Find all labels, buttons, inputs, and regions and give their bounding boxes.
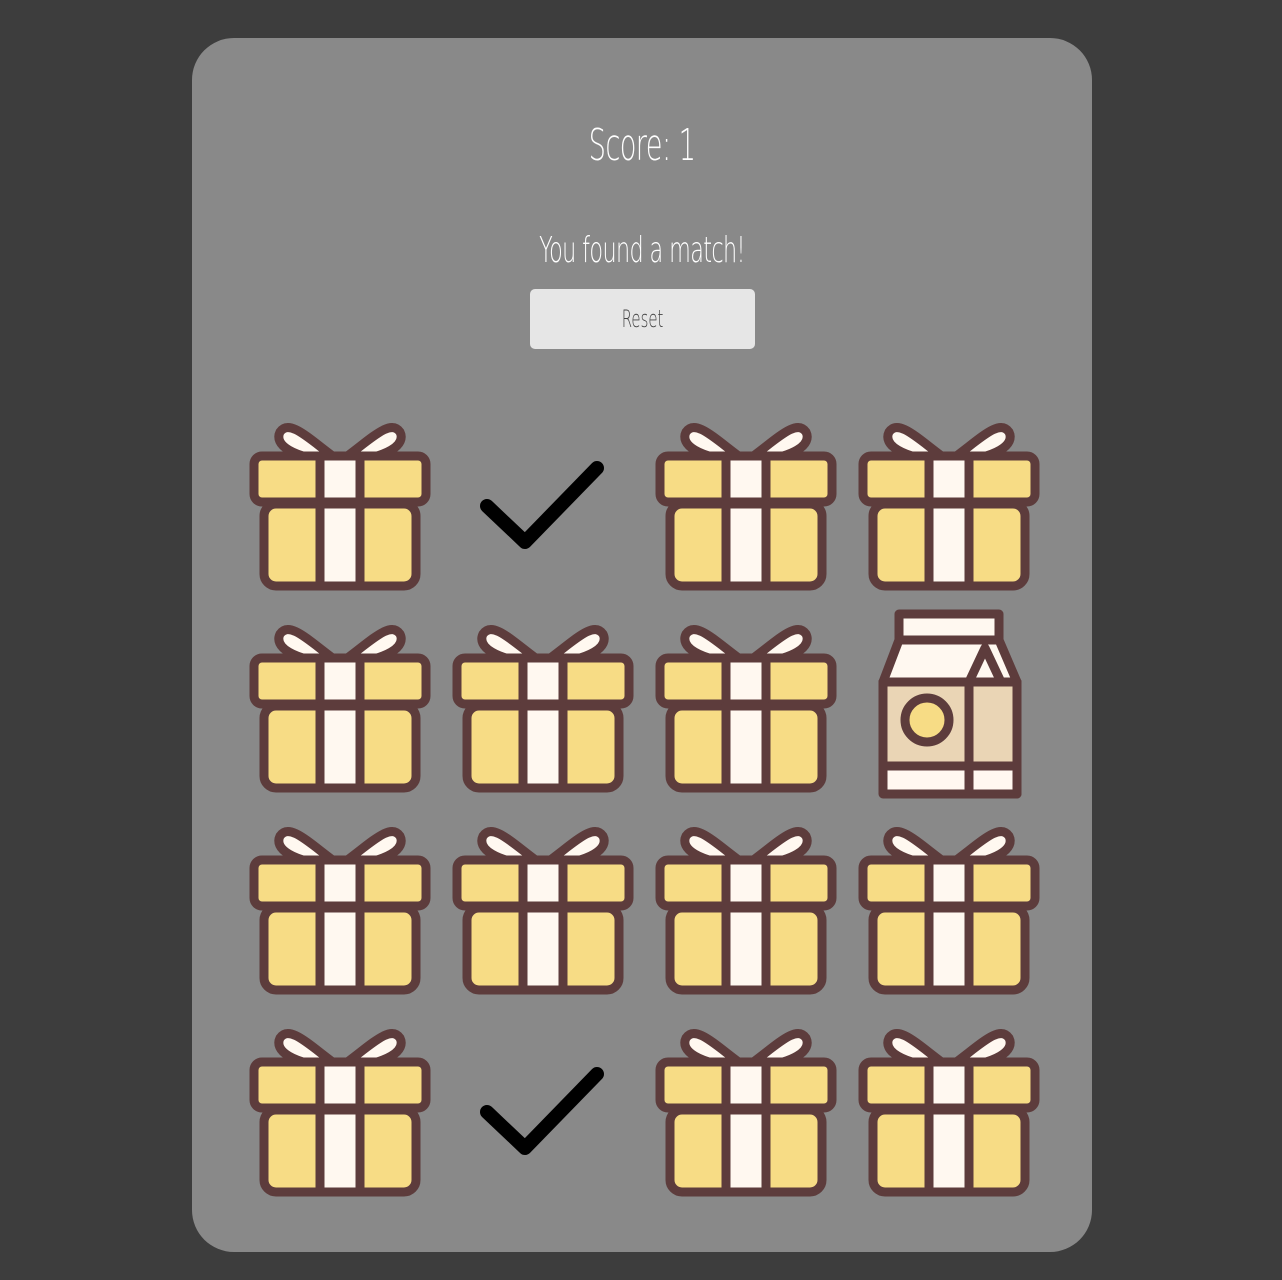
card-hidden[interactable] [249, 410, 431, 600]
card-hidden[interactable] [858, 1016, 1040, 1206]
game-panel: Score: 1 You found a match! Reset [192, 38, 1092, 1252]
card-revealed [859, 609, 1039, 802]
gift-icon [655, 1029, 837, 1197]
gift-icon [452, 827, 634, 995]
card-hidden[interactable] [452, 612, 634, 802]
gift-icon [858, 423, 1040, 591]
card-hidden[interactable] [858, 814, 1040, 1004]
gift-icon [858, 1029, 1040, 1197]
check-icon [480, 1067, 604, 1155]
check-mark [480, 461, 604, 549]
card-hidden[interactable] [452, 814, 634, 1004]
check-icon [480, 461, 604, 549]
card-grid [192, 38, 1092, 1252]
card-hidden[interactable] [655, 1016, 837, 1206]
gift-icon [655, 625, 837, 793]
gift-icon [249, 423, 431, 591]
card-hidden[interactable] [655, 410, 837, 600]
gift-icon [249, 827, 431, 995]
gift-icon [249, 1029, 431, 1197]
card-matched [453, 410, 633, 600]
gift-icon [655, 423, 837, 591]
card-hidden[interactable] [655, 612, 837, 802]
card-hidden[interactable] [249, 814, 431, 1004]
gift-icon [452, 625, 634, 793]
card-hidden[interactable] [858, 410, 1040, 600]
card-hidden[interactable] [655, 814, 837, 1004]
card-matched [453, 1016, 633, 1206]
gift-icon [655, 827, 837, 995]
gift-icon [249, 625, 431, 793]
milk-carton-icon [878, 609, 1022, 799]
card-hidden[interactable] [249, 1016, 431, 1206]
check-mark [480, 1067, 604, 1155]
card-hidden[interactable] [249, 612, 431, 802]
gift-icon [858, 827, 1040, 995]
